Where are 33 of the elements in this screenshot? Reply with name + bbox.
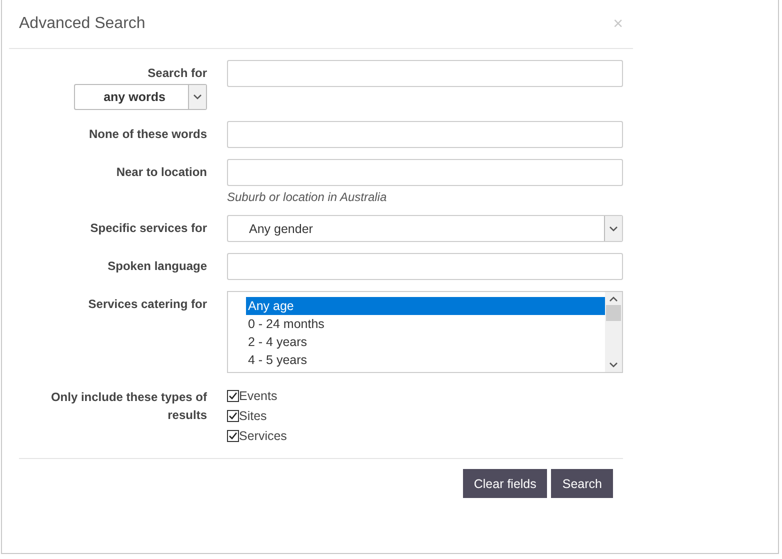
list-option[interactable]: 0 - 24 months [246,315,605,333]
text-field[interactable] [227,60,623,87]
help-text: Suburb or location in Australia [227,190,388,204]
checkbox-label[interactable]: Events [239,389,278,403]
field-label: Specific services for [90,220,207,237]
list-option[interactable]: Any age [246,297,605,315]
dialog-title: Advanced Search [19,15,146,33]
action-button[interactable]: Clear fields [462,469,548,498]
field-label: Near to location [116,164,207,181]
text-field[interactable] [227,159,623,186]
chevron-down-icon [609,226,618,232]
checkbox[interactable] [227,430,239,442]
text-field[interactable] [227,121,623,148]
field-label: Only include these types of results [50,389,207,424]
action-button[interactable]: Search [551,469,613,498]
checkbox[interactable] [227,410,239,422]
field-label: Search for [148,65,207,82]
chevron-down-icon [193,94,202,100]
field-label: Services catering for [88,296,207,313]
checkbox[interactable] [227,390,239,402]
field-label: Spoken language [108,258,207,275]
text-field[interactable] [227,253,623,280]
chevron-up-icon [609,296,618,302]
list-option[interactable]: 4 - 5 years [246,351,605,369]
scrollbar[interactable] [605,292,622,372]
gender-dropdown[interactable]: Any gender [227,215,623,242]
checkbox-label[interactable]: Sites [239,409,267,423]
list-option[interactable]: 2 - 4 years [246,333,605,351]
match-mode-dropdown[interactable]: any words [74,84,207,110]
checkbox-label[interactable]: Services [239,429,287,443]
field-label: None of these words [88,126,207,143]
scrollbar-thumb[interactable] [606,305,621,321]
chevron-down-icon [609,362,618,368]
